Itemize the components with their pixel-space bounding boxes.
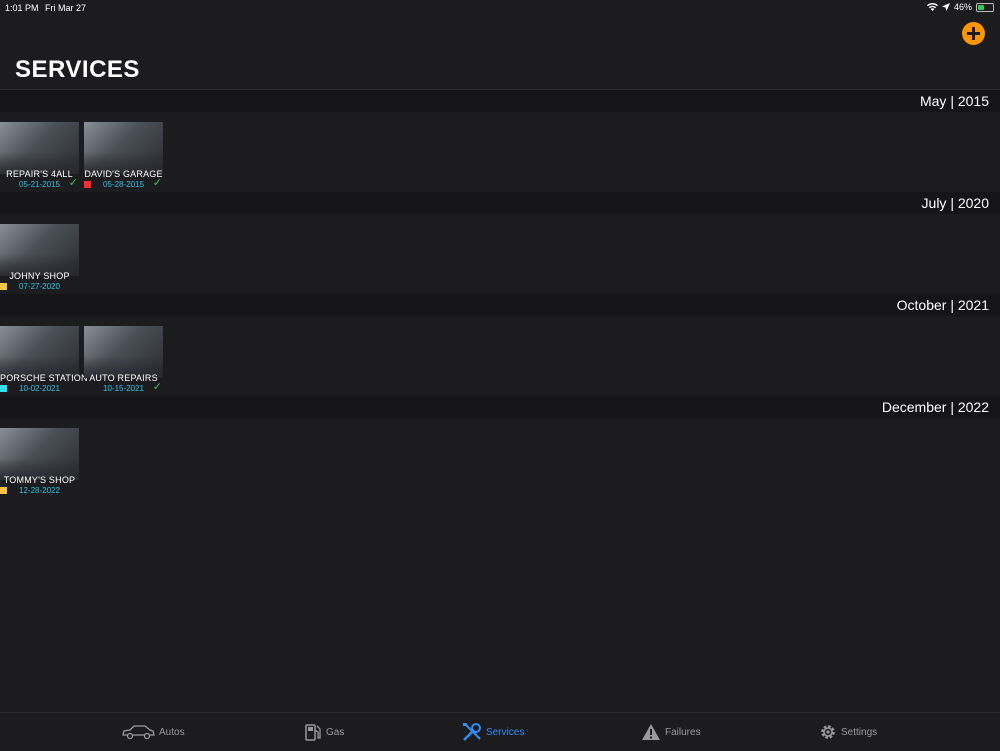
tab-label: Settings [841,726,878,738]
page-title: SERVICES [15,56,140,83]
tab-failures[interactable]: Failures [641,713,701,751]
checkmark-icon: ✓ [152,381,162,393]
service-photo [0,326,79,378]
tab-bar: Autos Gas Services Failures Settings [0,712,1000,751]
wifi-icon [926,3,938,11]
section-body: JOHNY SHOP 07-27-2020 [0,214,1000,294]
service-name: JOHNY SHOP [9,271,70,281]
tab-settings[interactable]: Settings [819,713,877,751]
checkmark-icon: ✓ [152,177,162,189]
service-date: 12-28-2022 [19,486,60,495]
gear-icon [819,723,837,741]
add-service-button[interactable] [962,22,985,45]
services-list: May | 2015 REPAIR'S 4ALL 05-21-2015 ✓ DAVID'… [0,90,1000,498]
service-photo [0,122,79,174]
tab-label: Failures [665,726,701,738]
section-header: October | 2021 [0,294,1000,316]
tab-label: Autos [159,726,185,738]
section-header: May | 2015 [0,90,1000,112]
service-date: 10-02-2021 [19,384,60,393]
service-photo [84,326,163,378]
status-marker [0,283,7,290]
service-card[interactable]: REPAIR'S 4ALL 05-21-2015 ✓ [0,122,79,190]
section-body: TOMMY'S SHOP 12-28-2022 [0,418,1000,498]
service-name: PORSCHE STATION [0,373,88,383]
warning-icon [641,723,661,741]
section-body: REPAIR'S 4ALL 05-21-2015 ✓ DAVID'S GARAGE 05… [0,112,1000,192]
service-photo [0,224,79,276]
checkmark-icon: ✓ [68,177,78,189]
status-right: 46% [926,2,994,12]
wrench-screwdriver-icon [462,722,482,742]
service-name: REPAIR'S 4ALL [6,169,73,179]
status-marker [0,385,7,392]
service-date: 05-28-2015 [103,180,144,189]
service-card[interactable]: JOHNY SHOP 07-27-2020 [0,224,79,292]
status-marker [0,487,7,494]
service-name: TOMMY'S SHOP [3,475,76,485]
status-time: 1:01 PM [5,3,39,13]
battery-percent: 46% [953,2,972,12]
tab-gas[interactable]: Gas [304,713,344,751]
service-date: 07-27-2020 [19,282,60,291]
service-card[interactable]: DAVID'S GARAGE 05-28-2015 ✓ [84,122,163,190]
tab-label: Gas [326,726,345,738]
tab-autos[interactable]: Autos [121,713,185,751]
battery-fill [978,4,984,10]
service-name: AUTO REPAIRS [89,373,158,383]
tab-services[interactable]: Services [462,713,524,751]
section-header: July | 2020 [0,192,1000,214]
service-date: 10-15-2021 [103,384,144,393]
service-photo [84,122,163,174]
tab-label: Services [486,726,525,738]
service-card[interactable]: PORSCHE STATION 10-02-2021 [0,326,88,394]
car-icon [121,724,155,740]
service-date: 05-21-2015 [19,180,60,189]
status-date: Fri Mar 27 [45,3,87,13]
battery-icon [976,2,994,12]
service-photo [0,428,79,480]
service-card[interactable]: TOMMY'S SHOP 12-28-2022 [0,428,79,496]
service-card[interactable]: AUTO REPAIRS 10-15-2021 ✓ [84,326,163,394]
gas-pump-icon [304,723,322,741]
status-marker [84,181,91,188]
status-bar: 1:01 PM Fri Mar 27 46% [0,0,1000,16]
location-arrow-icon [941,3,950,11]
section-body: PORSCHE STATION 10-02-2021 AUTO REPAIRS 10-… [0,316,1000,396]
section-header: December | 2022 [0,396,1000,418]
service-name: DAVID'S GARAGE [84,169,163,179]
